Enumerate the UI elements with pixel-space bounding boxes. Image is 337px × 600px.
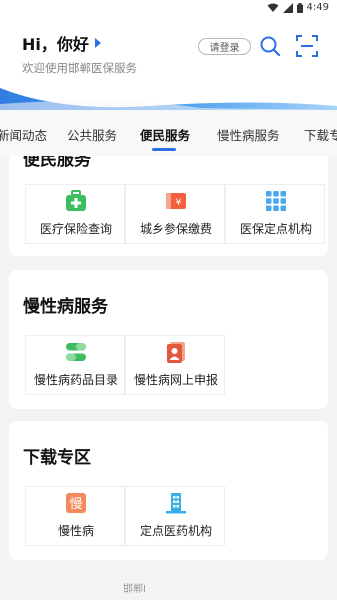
convenience-services-card: 便民服务 医疗保险查询 ¥ 城乡参保缴费 医保定点机构 [9,156,328,256]
search-icon[interactable] [259,35,281,57]
grid-icon [266,191,286,211]
tab-downloads[interactable]: 下载专 [304,125,337,144]
chronic-icon: 慢 [66,493,86,513]
tile-urban-rural-payment[interactable]: ¥ 城乡参保缴费 [125,184,225,244]
tile-chronic-online-declaration[interactable]: 慢性病网上申报 [125,335,225,395]
pill-icon [66,343,86,361]
scan-icon[interactable] [296,35,318,57]
greeting-row[interactable]: Hi，你好 [22,31,101,55]
tile-designated-pharmacies-download[interactable]: 定点医药机构 [125,486,225,546]
active-tab-indicator [152,148,176,151]
footer-text: 邯郸I [123,584,146,595]
tile-chronic-drug-catalog[interactable]: 慢性病药品目录 [25,335,125,395]
chronic-icon-text: 慢 [69,496,82,512]
downloads-card: 下载专区 慢 慢性病 定点医药机构 [9,421,328,560]
tile-label: 医疗保险查询 [39,222,112,236]
arrow-right-icon [94,38,101,48]
tab-convenience-services[interactable]: 便民服务 [140,125,190,144]
tile-label: 慢性病药品目录 [33,373,118,387]
payment-icon: ¥ [166,193,186,209]
battery-icon [296,2,303,13]
main-content: 便民服务 医疗保险查询 ¥ 城乡参保缴费 医保定点机构 慢性病服务 慢性病药品目… [0,156,337,560]
status-time: 4:49 [306,2,329,13]
document-icon [167,342,185,363]
tile-label: 定点医药机构 [139,524,212,538]
tile-medical-insurance-query[interactable]: 医疗保险查询 [25,184,125,244]
welcome-subtitle: 欢迎使用邯郸医保服务 [22,61,137,75]
bottom-footer: 邯郸I [0,560,337,600]
login-button[interactable]: 请登录 [198,38,251,55]
section-title: 下载专区 [23,448,91,468]
tile-designated-institutions[interactable]: 医保定点机构 [225,184,325,244]
section-title: 慢性病服务 [23,297,108,317]
header-wave-decoration [0,88,337,110]
tile-label: 慢性病 [57,524,94,538]
wifi-icon [267,3,279,12]
header: Hi，你好 欢迎使用邯郸医保服务 请登录 [0,18,337,110]
tile-label: 慢性病网上申报 [133,373,218,387]
chronic-disease-services-card: 慢性病服务 慢性病药品目录 慢性病网上申报 [9,270,328,409]
greeting-text: Hi，你好 [22,35,89,54]
tile-chronic-disease-download[interactable]: 慢 慢性病 [25,486,125,546]
svg-text:¥: ¥ [176,198,182,208]
tile-label: 城乡参保缴费 [139,222,212,236]
section-title: 便民服务 [23,156,91,170]
tab-chronic-disease-services[interactable]: 慢性病服务 [217,125,280,144]
tile-label: 医保定点机构 [239,222,312,236]
medical-kit-icon [66,190,86,211]
tab-news[interactable]: 新闻动态 [0,125,47,144]
building-icon [166,493,186,514]
tab-public-services[interactable]: 公共服务 [67,125,117,144]
signal-icon [282,2,293,13]
status-bar: 4:49 [0,0,337,18]
category-tabs: 新闻动态 公共服务 便民服务 慢性病服务 下载专 [0,110,337,156]
